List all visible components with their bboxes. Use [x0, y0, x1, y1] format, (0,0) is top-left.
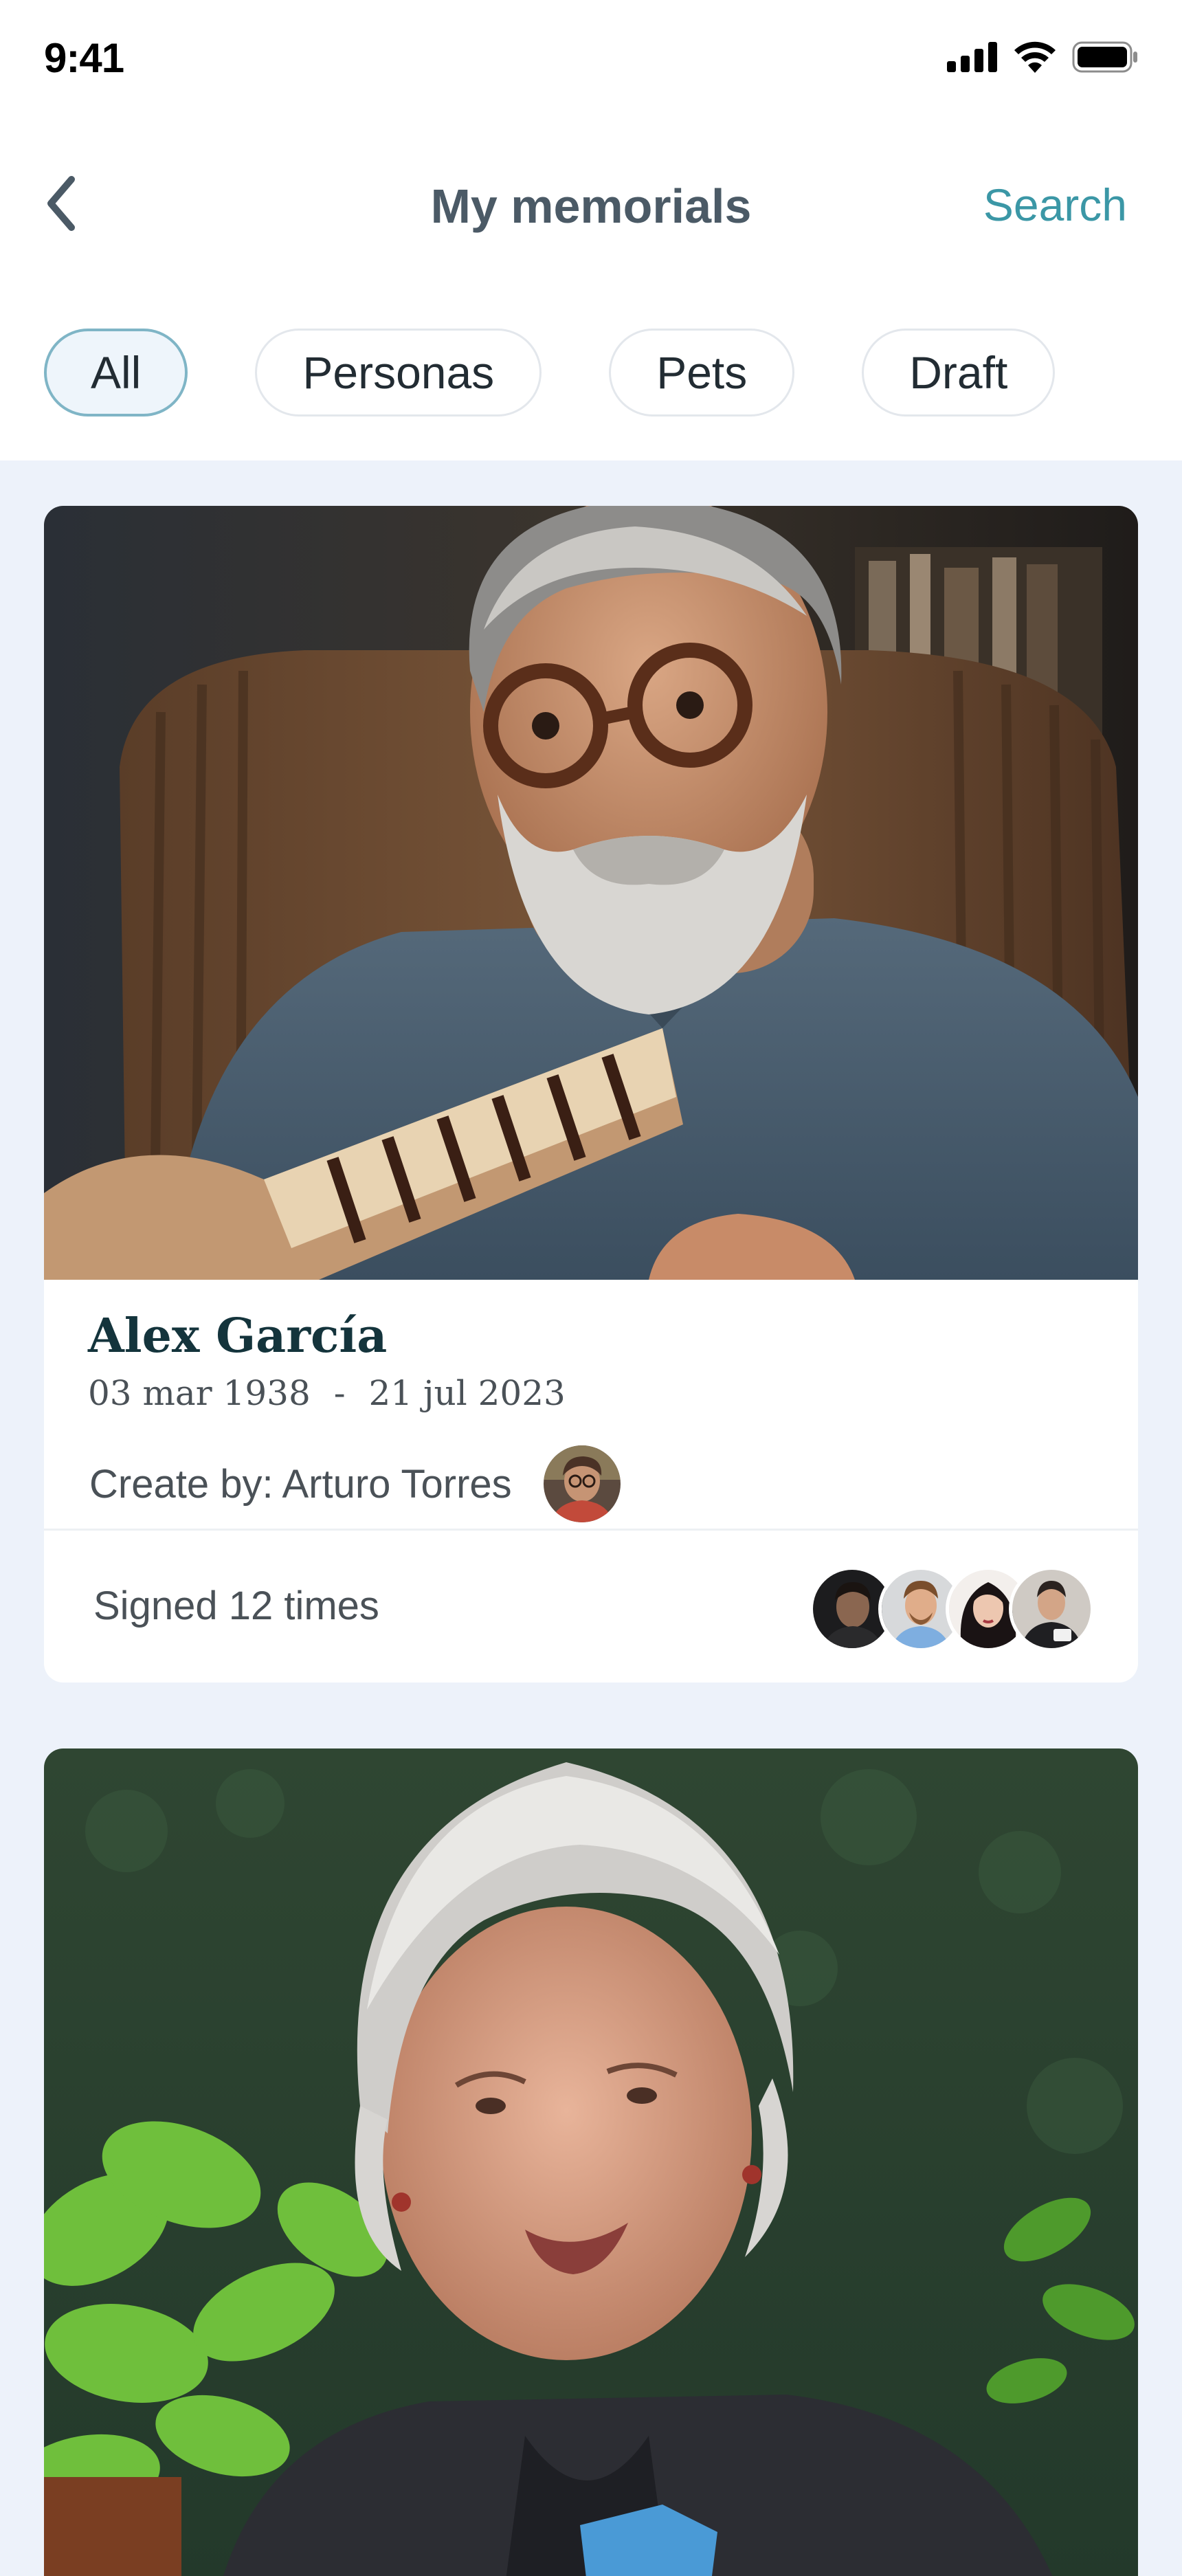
- date-separator: -: [333, 1373, 346, 1413]
- search-button[interactable]: Search: [983, 179, 1127, 231]
- filter-chips: All Personas Pets Draft: [44, 329, 1056, 418]
- memorial-photo: [44, 1748, 1138, 2576]
- status-bar: 9:41: [0, 0, 1182, 117]
- memorials-screen: 9:41 My memorials Search All Personas Pe…: [0, 0, 1182, 2576]
- status-icons: [947, 41, 1138, 73]
- filter-chip-all[interactable]: All: [44, 329, 188, 417]
- status-time: 9:41: [44, 35, 124, 81]
- memorial-photo: [44, 506, 1138, 1280]
- death-date: 21 jul 2023: [368, 1373, 566, 1413]
- signer-avatars: [810, 1566, 1094, 1652]
- memorial-card[interactable]: Alex García 03 mar 1938 - 21 jul 2023 Cr…: [44, 506, 1138, 1683]
- signed-count: Signed 12 times: [93, 1584, 379, 1628]
- filter-chip-pets[interactable]: Pets: [609, 329, 795, 417]
- wifi-icon: [1014, 41, 1056, 73]
- memorial-dates: 03 mar 1938 - 21 jul 2023: [88, 1373, 566, 1413]
- cellular-signal-icon: [947, 42, 997, 72]
- battery-icon: [1072, 41, 1137, 73]
- signed-row[interactable]: Signed 12 times: [44, 1531, 1138, 1683]
- signer-avatar: [1009, 1566, 1094, 1652]
- creator-avatar[interactable]: [543, 1445, 621, 1522]
- creator-label: Create by: Arturo Torres: [89, 1461, 512, 1507]
- filter-chip-draft[interactable]: Draft: [862, 329, 1056, 417]
- birth-date: 03 mar 1938: [88, 1373, 311, 1413]
- navigation-bar: My memorials Search: [0, 158, 1182, 254]
- filter-chip-personas[interactable]: Personas: [255, 329, 542, 417]
- memorial-name: Alex García: [88, 1309, 388, 1364]
- creator-row: Create by: Arturo Torres: [89, 1444, 621, 1524]
- memorial-card[interactable]: [44, 1748, 1138, 2576]
- top-area: 9:41 My memorials Search All Personas Pe…: [0, 0, 1182, 460]
